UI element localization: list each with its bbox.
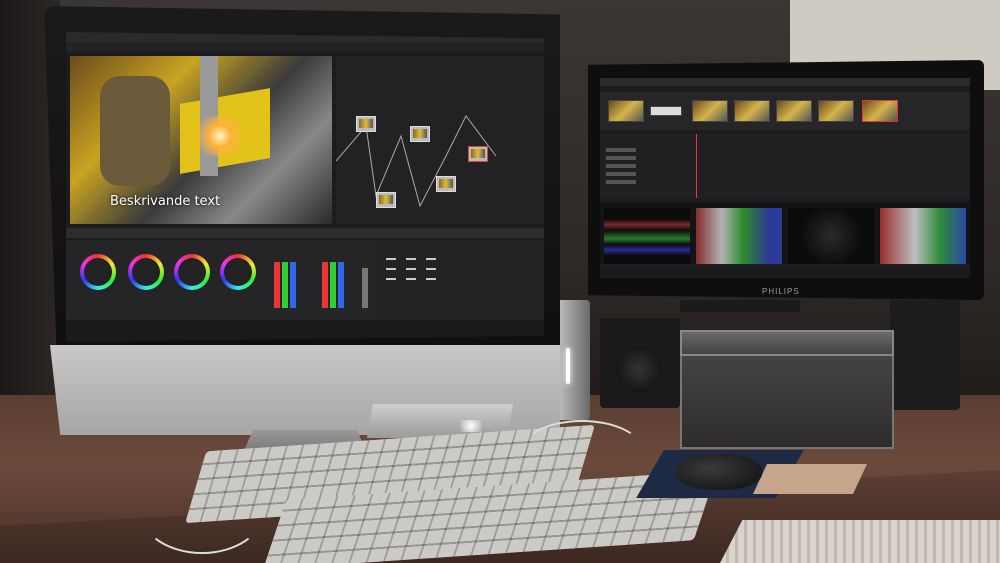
green-channel-bar	[282, 262, 288, 308]
clip-thumbnail	[776, 100, 812, 122]
color-node	[376, 192, 396, 208]
clip-thumbnail	[692, 100, 728, 122]
red-channel-bar	[322, 262, 328, 308]
page-navigation-bar	[600, 268, 970, 278]
vectorscope	[788, 208, 874, 264]
computer-mouse	[676, 454, 762, 490]
studio-speaker-right	[890, 300, 960, 410]
photo-scene: PHILIPS Beskrivande text	[0, 0, 1000, 563]
green-channel-bar	[330, 262, 336, 308]
clip-thumbnail	[608, 100, 644, 122]
timeline	[600, 134, 970, 198]
sparks-image-detail	[190, 116, 250, 156]
settings-row	[386, 268, 396, 270]
color-wheels-panel	[66, 240, 266, 320]
clip-thumbnail	[818, 100, 854, 122]
timeline-playhead	[696, 134, 697, 198]
color-node	[436, 176, 456, 192]
node-graph	[336, 56, 544, 224]
color-panel-toolbar	[66, 228, 544, 238]
waveform-scope	[696, 208, 782, 264]
settings-row	[386, 278, 396, 280]
gray-channel-bar	[362, 268, 368, 308]
color-node	[356, 116, 376, 132]
gain-color-wheel	[174, 254, 210, 290]
node-connections	[336, 115, 497, 208]
red-channel-bar	[274, 262, 280, 308]
timeline-track	[606, 164, 636, 168]
metal-storage-box	[680, 330, 894, 449]
timeline-track	[606, 180, 636, 184]
histogram-scope	[880, 208, 966, 264]
clip-thumbnail	[734, 100, 770, 122]
timeline-track	[606, 156, 636, 160]
paper-card	[753, 464, 867, 494]
studio-speaker-left	[600, 318, 680, 408]
color-node-selected	[468, 146, 488, 162]
settings-row	[426, 268, 436, 270]
offset-color-wheel	[220, 254, 256, 290]
blue-channel-bar	[338, 262, 344, 308]
settings-row	[406, 258, 416, 260]
gamma-color-wheel	[128, 254, 164, 290]
settings-row	[406, 278, 416, 280]
timeline-track	[606, 172, 636, 176]
blue-channel-bar	[290, 262, 296, 308]
settings-row	[406, 268, 416, 270]
power-light	[566, 348, 570, 384]
video-viewer: Beskrivande text	[70, 56, 332, 224]
usb-cable	[520, 420, 644, 484]
key-settings-panel	[376, 240, 544, 320]
app-toolbar	[66, 42, 544, 52]
parade-scope	[604, 208, 690, 264]
usb-cable	[140, 470, 264, 554]
monitor-stand	[680, 300, 800, 312]
clip-thumbnail-selected	[862, 100, 898, 122]
secondary-monitor-screen	[600, 78, 970, 278]
timeline-track	[606, 148, 636, 152]
settings-row	[386, 258, 396, 260]
color-node	[410, 126, 430, 142]
lift-color-wheel	[80, 254, 116, 290]
settings-row	[426, 278, 436, 280]
video-scopes	[600, 202, 970, 264]
app-menubar	[600, 78, 970, 86]
drive-light	[460, 420, 482, 432]
clip-thumbnail	[650, 106, 682, 116]
apple-logo	[330, 368, 352, 392]
imac-screen: Beskrivande text	[66, 32, 544, 342]
glove-image-detail	[100, 76, 170, 186]
settings-row	[426, 258, 436, 260]
rgb-mixer-panel	[266, 240, 376, 320]
radiator	[720, 520, 1000, 563]
philips-logo: PHILIPS	[762, 287, 800, 296]
video-caption: Beskrivande text	[110, 194, 221, 209]
clip-thumbnails	[600, 92, 970, 130]
